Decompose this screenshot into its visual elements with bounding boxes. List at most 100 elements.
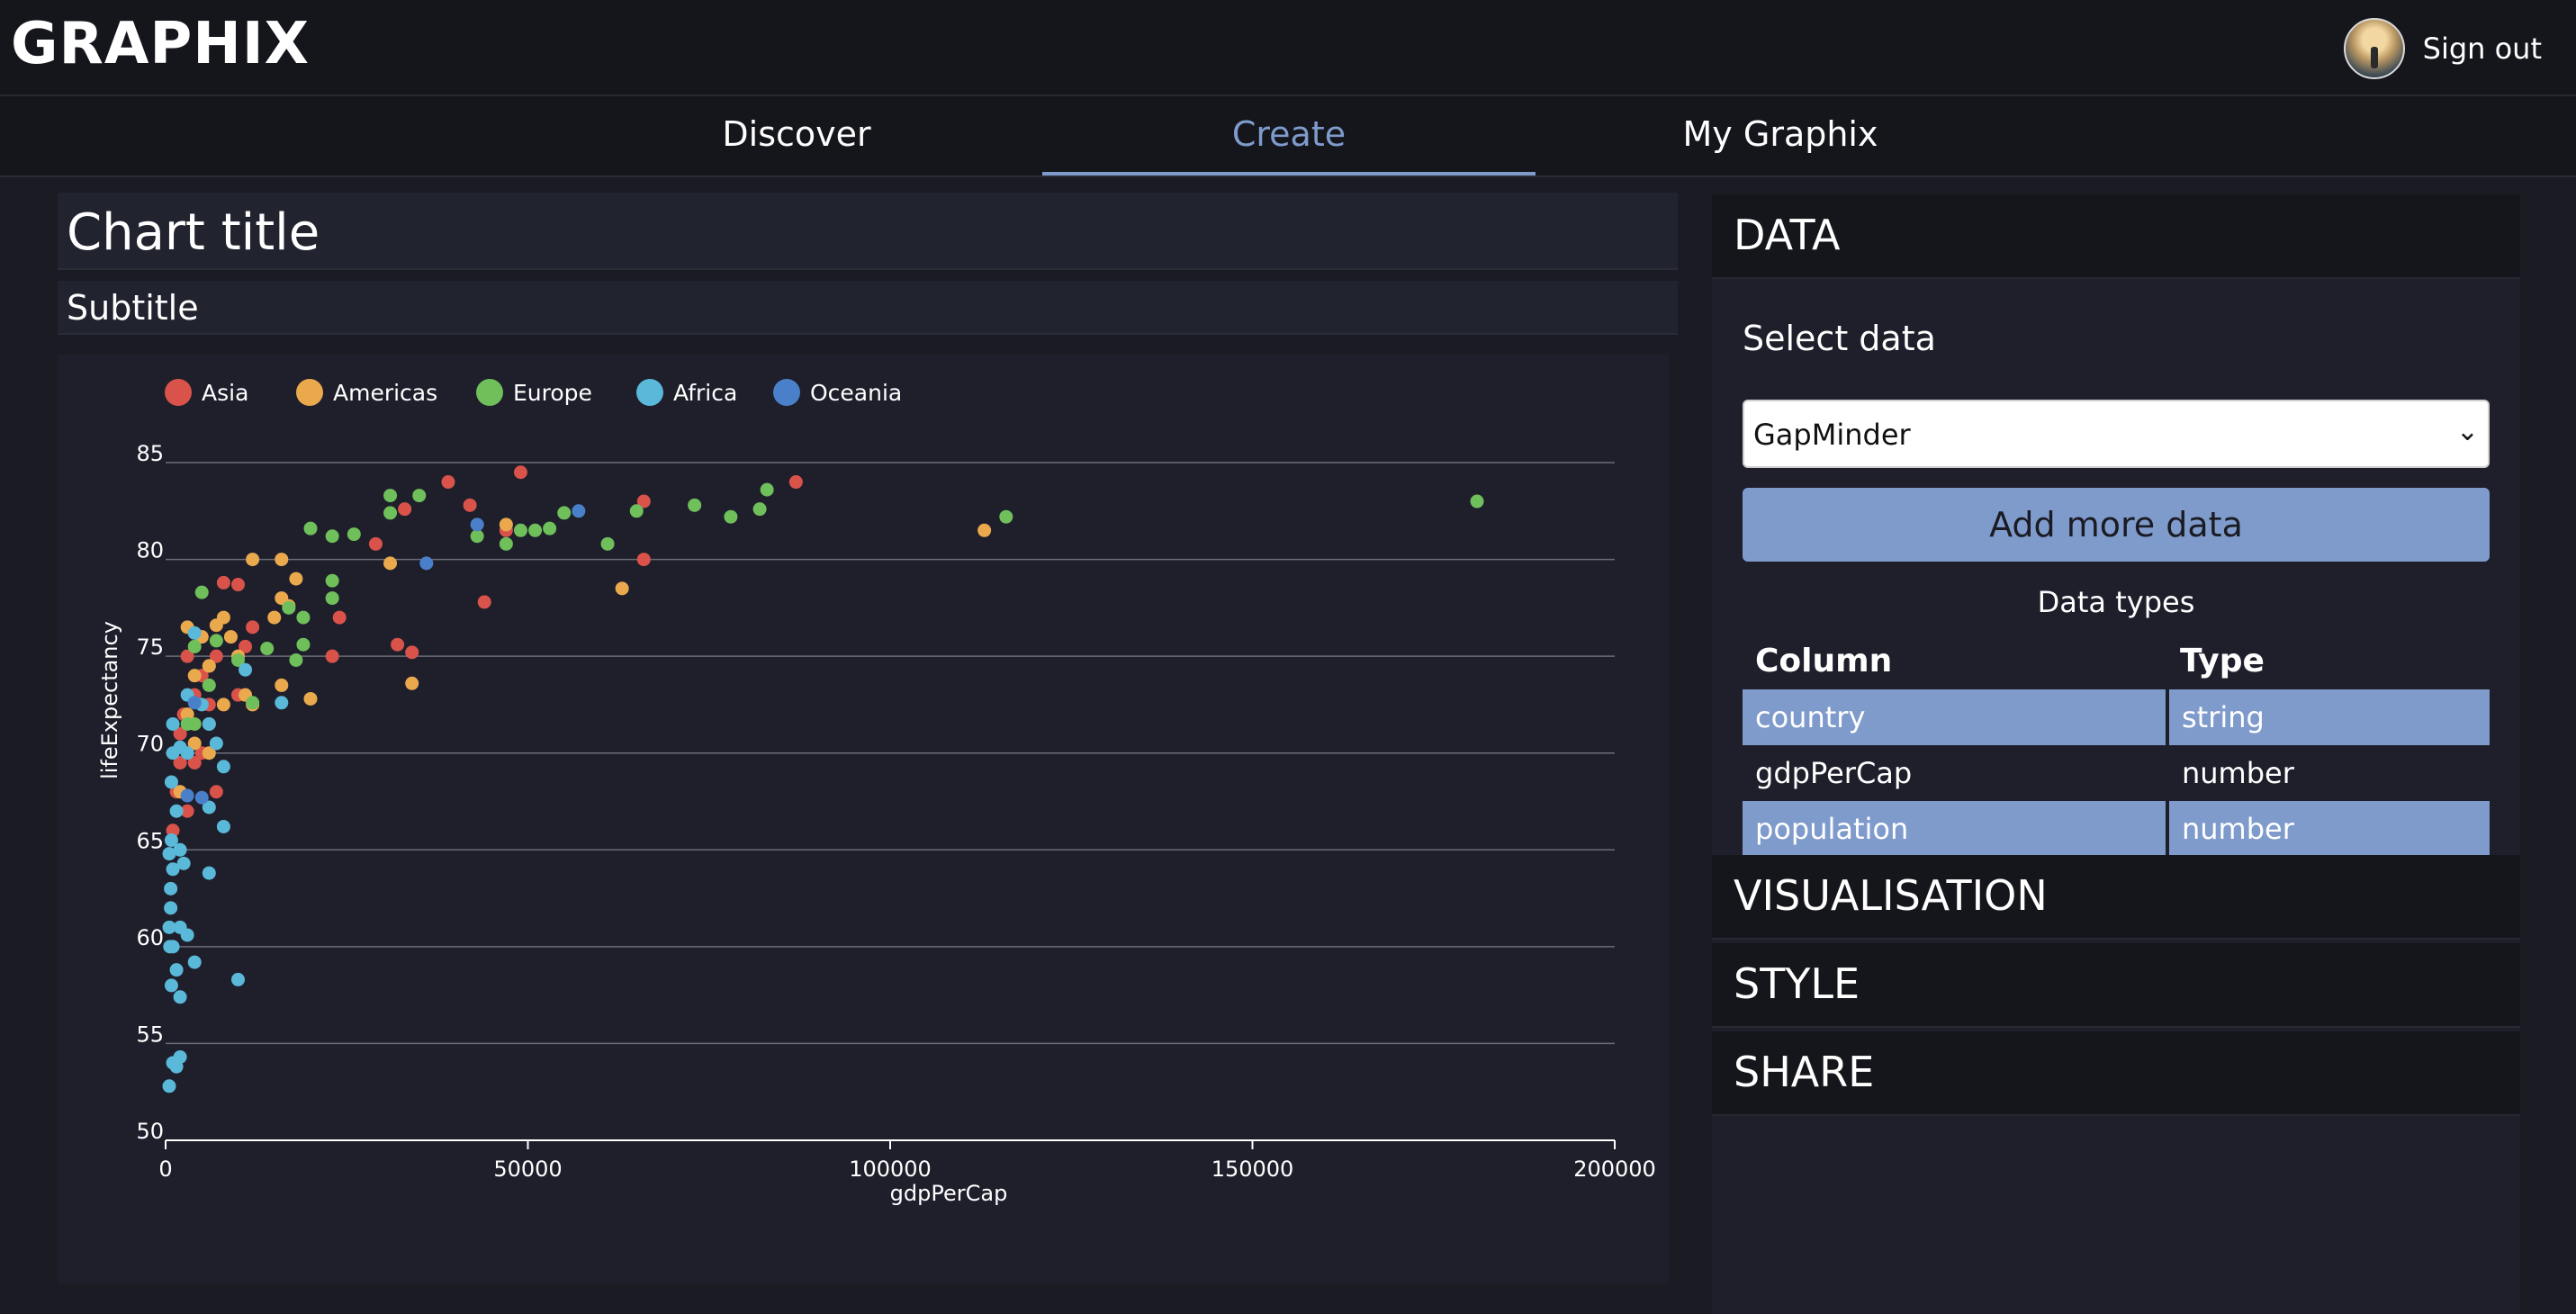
data-point-africa[interactable] [164, 901, 178, 915]
data-point-americas[interactable] [209, 618, 223, 633]
app-logo[interactable]: GRAPHIX [11, 11, 310, 77]
section-style[interactable]: STYLE [1712, 943, 2520, 1028]
column-type[interactable]: string [2166, 689, 2490, 745]
data-point-europe[interactable] [999, 509, 1013, 524]
data-point-americas[interactable] [275, 553, 289, 567]
column-type[interactable]: number [2167, 745, 2490, 801]
data-point-asia[interactable] [788, 475, 803, 490]
data-point-africa[interactable] [164, 978, 178, 993]
data-point-africa[interactable] [231, 972, 245, 986]
data-point-europe[interactable] [303, 521, 318, 536]
data-point-americas[interactable] [246, 553, 260, 567]
section-visualisation[interactable]: VISUALISATION [1712, 855, 2520, 940]
data-point-europe[interactable] [383, 506, 398, 520]
data-point-africa[interactable] [176, 856, 191, 870]
data-point-americas[interactable] [223, 630, 238, 644]
legend-item-oceania[interactable]: Oceania [773, 379, 902, 406]
data-point-africa[interactable] [209, 736, 223, 751]
legend-item-europe[interactable]: Europe [476, 379, 592, 406]
section-data[interactable]: DATA [1712, 194, 2520, 279]
data-point-asia[interactable] [477, 595, 491, 609]
legend-item-asia[interactable]: Asia [165, 379, 248, 406]
data-point-africa[interactable] [216, 819, 230, 833]
data-point-europe[interactable] [528, 523, 543, 537]
data-point-europe[interactable] [688, 498, 702, 512]
data-point-europe[interactable] [383, 489, 398, 503]
data-point-africa[interactable] [166, 716, 180, 731]
table-row[interactable]: population number [1743, 801, 2490, 855]
legend-item-africa[interactable]: Africa [636, 379, 737, 406]
data-point-africa[interactable] [163, 940, 177, 954]
data-point-europe[interactable] [724, 509, 738, 524]
data-point-africa[interactable] [173, 990, 187, 1004]
column-type[interactable]: number [2166, 801, 2490, 855]
table-row[interactable]: country string [1743, 689, 2490, 745]
data-point-americas[interactable] [615, 581, 629, 596]
tab-create[interactable]: Create [1042, 96, 1536, 176]
data-point-asia[interactable] [325, 649, 339, 663]
data-point-europe[interactable] [470, 529, 484, 544]
data-point-africa[interactable] [173, 920, 187, 934]
data-point-americas[interactable] [267, 610, 282, 625]
data-point-europe[interactable] [513, 523, 527, 537]
data-point-oceania[interactable] [470, 518, 484, 532]
data-point-europe[interactable] [194, 585, 209, 599]
data-point-europe[interactable] [260, 642, 275, 656]
data-point-africa[interactable] [187, 955, 202, 969]
data-point-europe[interactable] [347, 527, 361, 542]
data-point-europe[interactable] [296, 637, 311, 652]
data-point-africa[interactable] [202, 716, 216, 731]
data-point-americas[interactable] [202, 659, 216, 673]
data-point-americas[interactable] [275, 678, 289, 692]
data-point-asia[interactable] [405, 645, 419, 660]
data-point-asia[interactable] [391, 637, 405, 652]
data-point-africa[interactable] [173, 740, 187, 754]
data-point-asia[interactable] [636, 553, 651, 567]
data-point-oceania[interactable] [194, 790, 209, 805]
data-point-africa[interactable] [164, 881, 178, 896]
data-point-africa[interactable] [164, 833, 178, 848]
data-point-europe[interactable] [209, 634, 223, 648]
data-point-europe[interactable] [629, 504, 644, 518]
data-point-europe[interactable] [600, 536, 615, 551]
avatar[interactable] [2343, 18, 2405, 79]
data-point-americas[interactable] [499, 518, 513, 532]
data-point-europe[interactable] [187, 639, 202, 653]
data-point-americas[interactable] [289, 572, 303, 586]
data-point-asia[interactable] [246, 620, 260, 634]
data-point-asia[interactable] [441, 475, 455, 490]
data-point-europe[interactable] [325, 529, 339, 544]
data-point-asia[interactable] [398, 502, 412, 517]
data-point-oceania[interactable] [180, 788, 194, 803]
add-more-data-button[interactable]: Add more data [1743, 488, 2490, 562]
data-point-americas[interactable] [303, 691, 318, 706]
data-point-africa[interactable] [162, 1079, 176, 1094]
data-point-africa[interactable] [162, 847, 176, 861]
data-point-europe[interactable] [557, 506, 572, 520]
data-point-africa[interactable] [169, 963, 184, 977]
tab-discover[interactable]: Discover [693, 96, 900, 176]
data-point-africa[interactable] [187, 626, 202, 640]
data-point-europe[interactable] [325, 591, 339, 606]
data-point-africa[interactable] [275, 696, 289, 710]
data-point-africa[interactable] [216, 760, 230, 774]
data-point-asia[interactable] [513, 465, 527, 480]
data-point-europe[interactable] [187, 716, 202, 731]
data-point-africa[interactable] [202, 866, 216, 880]
data-point-asia[interactable] [209, 785, 223, 799]
data-point-africa[interactable] [173, 1049, 187, 1064]
data-point-europe[interactable] [246, 696, 260, 710]
data-point-europe[interactable] [543, 521, 557, 536]
data-point-asia[interactable] [216, 575, 230, 590]
data-point-americas[interactable] [977, 523, 992, 537]
data-point-europe[interactable] [760, 482, 774, 497]
chart-title-input[interactable]: Chart title [58, 193, 1678, 270]
data-point-americas[interactable] [405, 676, 419, 690]
data-point-europe[interactable] [325, 573, 339, 588]
data-point-oceania[interactable] [572, 504, 586, 518]
sign-out-button[interactable]: Sign out [2423, 32, 2542, 66]
data-point-europe[interactable] [282, 600, 296, 615]
section-share[interactable]: SHARE [1712, 1031, 2520, 1116]
data-point-europe[interactable] [752, 502, 767, 517]
data-point-africa[interactable] [239, 662, 253, 677]
